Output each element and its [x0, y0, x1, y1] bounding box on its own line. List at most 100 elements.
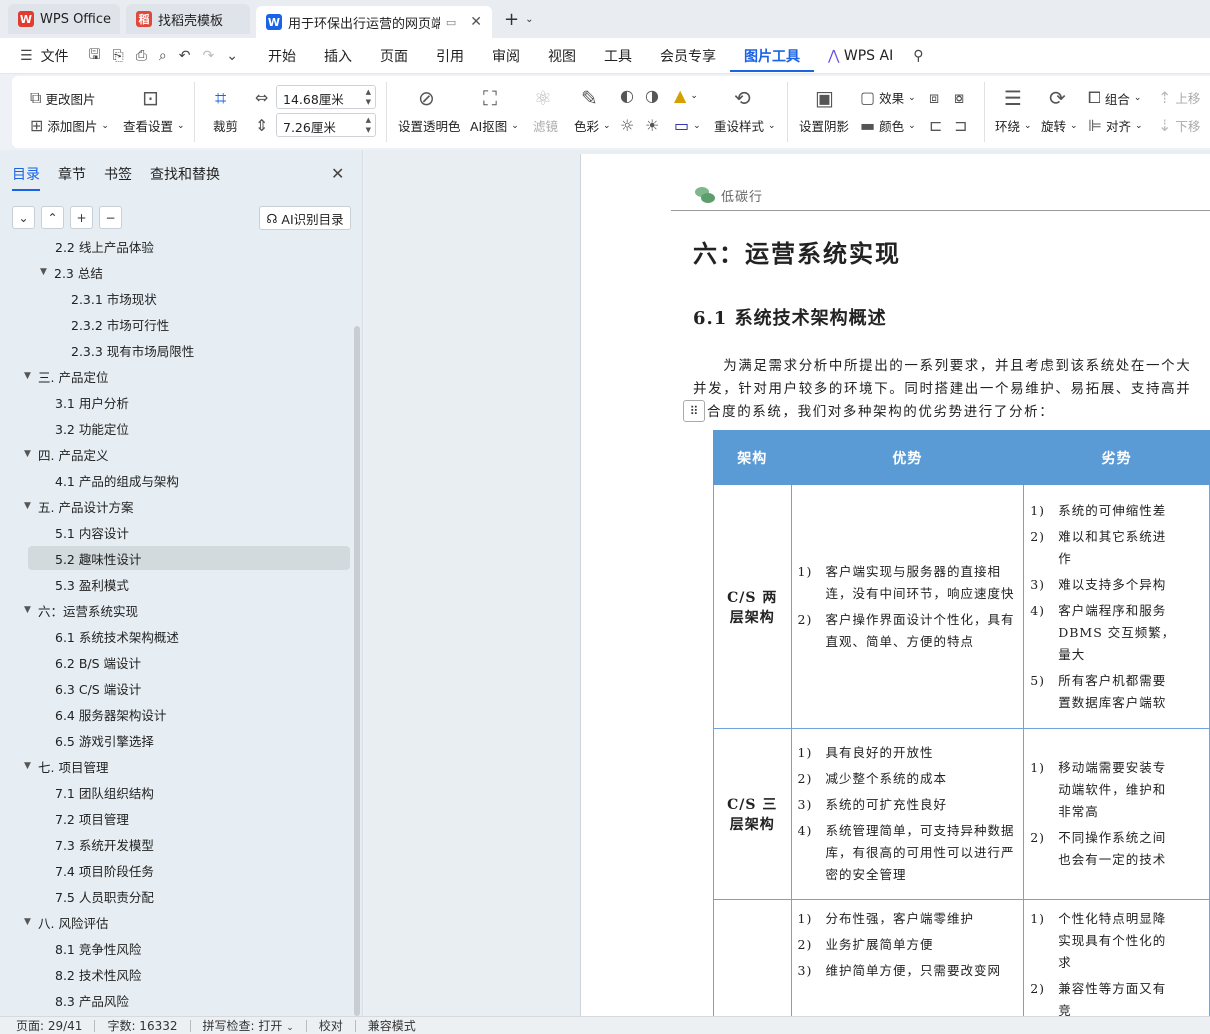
- toc-item[interactable]: 4.1 产品的组成与架构: [55, 468, 179, 492]
- print-preview-icon[interactable]: ⌕: [153, 48, 173, 64]
- toc-item[interactable]: 8.3 产品风险: [55, 988, 129, 1012]
- set-shadow-button[interactable]: 设置阴影: [799, 116, 849, 135]
- toc-item[interactable]: ▼ 2.3 总结: [40, 260, 103, 284]
- toc-item[interactable]: 2.3.3 现有市场局限性: [71, 338, 194, 362]
- menu-file[interactable]: 文件: [39, 46, 83, 66]
- tab-toc[interactable]: 目录: [12, 164, 40, 191]
- toc-item[interactable]: 5.3 盈利模式: [55, 572, 129, 596]
- hamburger-icon[interactable]: ☰: [14, 48, 39, 64]
- tab-chapters[interactable]: 章节: [58, 164, 86, 191]
- collapse-arrow-icon[interactable]: ▼: [24, 371, 38, 381]
- chevron-down-icon[interactable]: ⌄: [525, 14, 533, 25]
- align-button[interactable]: ⊫ 对齐 ⌄: [1088, 116, 1143, 135]
- rotate-button[interactable]: 旋转 ⌄: [1041, 116, 1078, 135]
- height-input[interactable]: 7.26厘米 ▲ ▼: [276, 113, 376, 137]
- toc-item[interactable]: 2.3.1 市场现状: [71, 286, 157, 310]
- spinner-icon[interactable]: ▲ ▼: [366, 87, 371, 107]
- tab-find-replace[interactable]: 查找和替换: [150, 164, 220, 191]
- toc-item[interactable]: ▼ 七. 项目管理: [24, 754, 108, 778]
- color-button[interactable]: 色彩 ⌄: [574, 116, 611, 135]
- menu-picture-tools[interactable]: 图片工具: [729, 46, 814, 72]
- toc-item[interactable]: ▼ 四. 产品定义: [24, 442, 108, 466]
- ai-cutout-button[interactable]: AI抠图 ⌄: [470, 116, 519, 135]
- ai-cutout-icon[interactable]: ⛶: [483, 86, 497, 110]
- toc-item[interactable]: 5.2 趣味性设计: [28, 546, 350, 570]
- change-image-button[interactable]: ⧉ 更改图片: [30, 88, 95, 108]
- table-move-handle-icon[interactable]: ⠿: [683, 400, 705, 422]
- close-tab-icon[interactable]: ✕: [470, 14, 482, 30]
- collapse-arrow-icon[interactable]: ▼: [24, 917, 38, 927]
- menu-wps-ai[interactable]: ⋀ WPS AI: [814, 48, 907, 64]
- toc-item[interactable]: ▼ 三. 产品定位: [24, 364, 108, 388]
- scrollbar[interactable]: [354, 326, 360, 1016]
- menu-start[interactable]: 开始: [254, 46, 310, 66]
- brightness-up-icon[interactable]: ☼: [620, 116, 634, 135]
- menu-page[interactable]: 页面: [366, 46, 422, 66]
- crop-icon[interactable]: ⌗: [215, 86, 226, 110]
- toc-item[interactable]: 7.4 项目阶段任务: [55, 858, 154, 882]
- toc-item[interactable]: 7.3 系统开发模型: [55, 832, 154, 856]
- collapse-arrow-icon[interactable]: ▼: [24, 605, 38, 615]
- toc-item[interactable]: 2.3.2 市场可行性: [71, 312, 169, 336]
- menu-reference[interactable]: 引用: [422, 46, 478, 66]
- toc-item[interactable]: 8.2 技术性风险: [55, 962, 141, 986]
- toc-item[interactable]: 8.1 竞争性风险: [55, 936, 141, 960]
- toc-item[interactable]: 7.1 团队组织结构: [55, 780, 154, 804]
- contrast-up-icon[interactable]: ◐: [620, 86, 634, 105]
- proofread[interactable]: 校对: [319, 1017, 343, 1034]
- toc-item[interactable]: ▼ 五. 产品设计方案: [24, 494, 133, 518]
- toc-item[interactable]: ▼ 六：运营系统实现: [24, 598, 138, 622]
- reset-style-button[interactable]: 重设样式 ⌄: [714, 116, 776, 135]
- move-down-button[interactable]: ⇣ 下移: [1158, 116, 1200, 135]
- tab-bookmarks[interactable]: 书签: [104, 164, 132, 191]
- menu-view[interactable]: 视图: [534, 46, 590, 66]
- width-input[interactable]: 14.68厘米 ▲ ▼: [276, 85, 376, 109]
- toc-item[interactable]: 3.2 功能定位: [55, 416, 129, 440]
- shadow-icon[interactable]: ▣: [815, 86, 834, 110]
- spinner-icon[interactable]: ▲ ▼: [366, 115, 371, 135]
- toc-item[interactable]: 6.2 B/S 端设计: [55, 650, 141, 674]
- ai-toc-button[interactable]: ☊ AI识别目录: [259, 206, 351, 230]
- tab-document[interactable]: W 用于环保出行运营的网页端系 ▭ ✕: [256, 6, 492, 38]
- fill-color-button[interactable]: ▬ 颜色 ⌄: [860, 116, 916, 135]
- undo-icon[interactable]: ↶: [173, 48, 197, 64]
- new-tab-icon[interactable]: +: [504, 9, 519, 30]
- search-icon[interactable]: ⚲: [907, 48, 929, 64]
- more-icon[interactable]: ⌄: [220, 48, 244, 64]
- tab-template[interactable]: 稻 找稻壳模板: [126, 4, 250, 34]
- tab-wps-office[interactable]: W WPS Office: [8, 4, 120, 34]
- collapse-arrow-icon[interactable]: ▼: [24, 501, 38, 511]
- word-count[interactable]: 字数: 16332: [107, 1017, 177, 1034]
- view-settings-button[interactable]: 查看设置 ⌄: [123, 116, 185, 135]
- collapse-icon[interactable]: ⌄: [12, 206, 35, 229]
- remove-level-icon[interactable]: −: [99, 206, 122, 229]
- toc-item[interactable]: 5.1 内容设计: [55, 520, 129, 544]
- contrast-down-icon[interactable]: ◑: [645, 86, 659, 105]
- rotate-icon[interactable]: ⟳: [1049, 86, 1066, 110]
- filter-button[interactable]: 滤镜: [533, 116, 558, 135]
- monitor-icon[interactable]: ▭: [446, 16, 456, 29]
- toc-item[interactable]: 6.1 系统技术架构概述: [55, 624, 179, 648]
- menu-member[interactable]: 会员专享: [646, 46, 730, 66]
- share-icon[interactable]: ⎘: [107, 48, 130, 64]
- collapse-arrow-icon[interactable]: ▼: [24, 761, 38, 771]
- add-level-icon[interactable]: +: [70, 206, 93, 229]
- layer-icon[interactable]: ⊏: [929, 116, 942, 135]
- reset-style-icon[interactable]: ⟲: [734, 86, 751, 110]
- image-settings-icon[interactable]: ⊡: [142, 86, 159, 110]
- group-button[interactable]: ⧠ 组合 ⌄: [1088, 88, 1141, 108]
- toc-item[interactable]: 3.1 用户分析: [55, 390, 129, 414]
- effect-button[interactable]: ▢ 效果 ⌄: [860, 88, 916, 107]
- toc-item[interactable]: ▼ 八. 风险评估: [24, 910, 108, 934]
- highlight-icon[interactable]: ▲ ⌄: [674, 86, 698, 105]
- menu-insert[interactable]: 插入: [310, 46, 366, 66]
- toc-item[interactable]: 2.2 线上产品体验: [55, 240, 154, 258]
- layer-alt-icon[interactable]: ⊐: [954, 116, 967, 135]
- toc-item[interactable]: 6.3 C/S 端设计: [55, 676, 141, 700]
- bring-forward-icon[interactable]: ⧈: [929, 88, 939, 108]
- crop-button[interactable]: 裁剪: [213, 116, 238, 135]
- close-pane-icon[interactable]: ✕: [331, 164, 344, 183]
- page-count[interactable]: 页面: 29/41: [16, 1017, 82, 1034]
- color-icon[interactable]: ✎: [581, 86, 598, 110]
- toc-item[interactable]: 7.5 人员职责分配: [55, 884, 154, 908]
